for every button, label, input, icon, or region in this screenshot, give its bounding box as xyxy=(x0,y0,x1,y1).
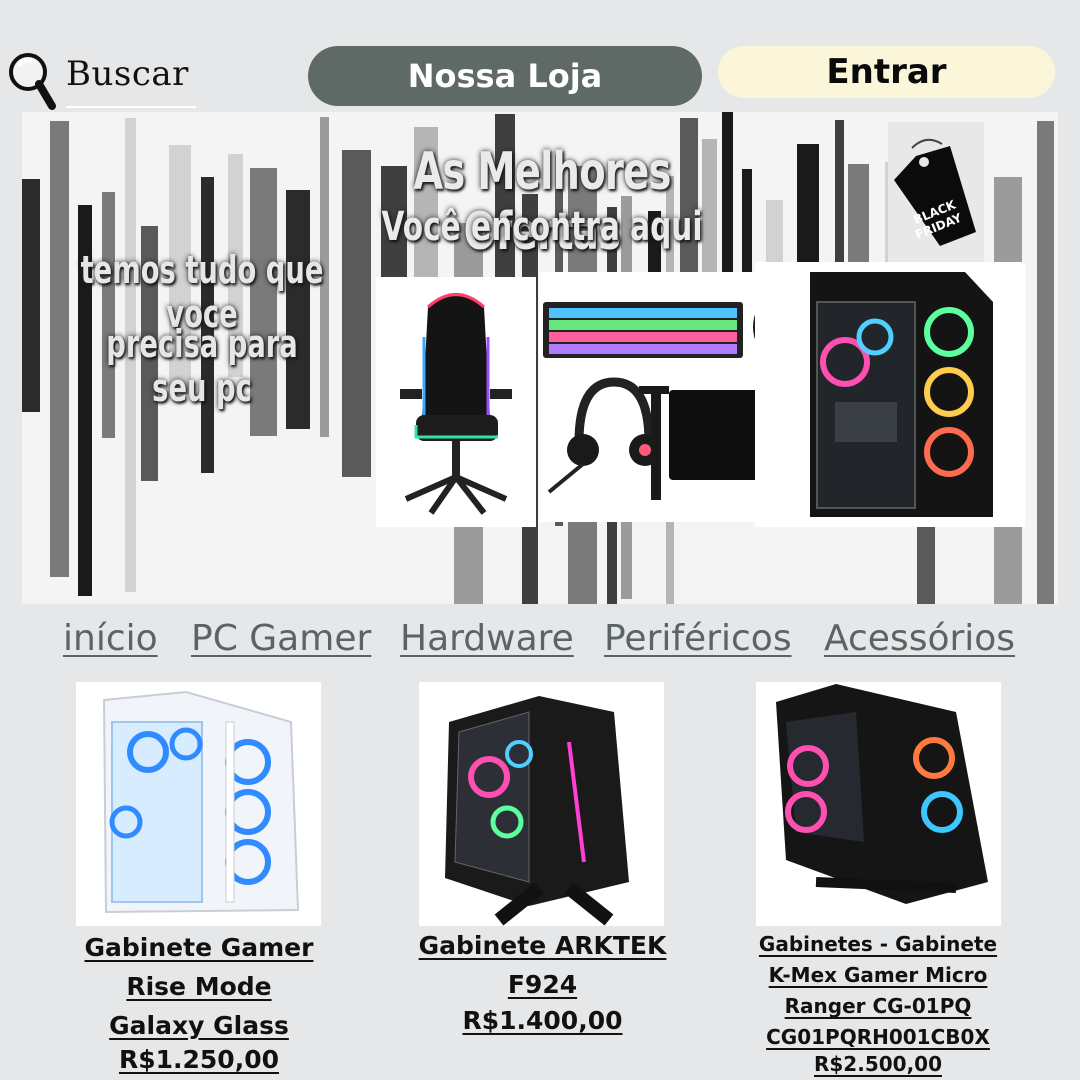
gamer-chair-image xyxy=(376,277,536,527)
product-name-line[interactable]: Rise Mode xyxy=(60,967,338,1006)
product-price[interactable]: R$1.250,00 xyxy=(60,1045,338,1075)
pc-case-image xyxy=(755,262,1025,527)
black-friday-badge-icon: BLACK FRIDAY xyxy=(888,122,984,262)
product-name-line[interactable]: CG01PQRH001CB0X xyxy=(738,1022,1018,1053)
search-icon[interactable] xyxy=(6,50,62,110)
product-name[interactable]: Gabinetes - Gabinete K-Mex Gamer Micro R… xyxy=(738,929,1018,1053)
product-name-line[interactable]: Gabinete Gamer xyxy=(60,928,338,967)
banner-stripe xyxy=(22,179,40,412)
nav-item-pc-gamer[interactable]: PC Gamer xyxy=(191,618,371,659)
nav-item-hardware[interactable]: Hardware xyxy=(400,618,574,659)
product-image[interactable] xyxy=(419,682,664,926)
nav-item-acessorios[interactable]: Acessórios xyxy=(824,618,1015,659)
nav-item-perifericos[interactable]: Periféricos xyxy=(604,618,792,659)
product-price[interactable]: R$2.500,00 xyxy=(738,1050,1018,1078)
product-name-line[interactable]: Ranger CG-01PQ xyxy=(738,991,1018,1022)
product-name-line[interactable]: Gabinete ARKTEK xyxy=(400,926,685,965)
nav-item-inicio[interactable]: início xyxy=(63,618,158,659)
search[interactable]: Buscar xyxy=(6,50,196,110)
product-name-line[interactable]: Galaxy Glass xyxy=(60,1006,338,1045)
product-image[interactable] xyxy=(76,682,321,926)
banner-tagline-line2: precisa para seu pc xyxy=(106,322,298,410)
product-name-line[interactable]: F924 xyxy=(400,965,685,1004)
search-label[interactable]: Buscar xyxy=(66,54,189,94)
search-underline xyxy=(66,106,196,108)
product-name[interactable]: Gabinete Gamer Rise Mode Galaxy Glass xyxy=(60,928,338,1045)
product-name-line[interactable]: Gabinetes - Gabinete xyxy=(738,929,1018,960)
banner-stripe xyxy=(342,150,371,477)
banner-subheadline: Você encontra aqui xyxy=(381,204,703,250)
store-button[interactable]: Nossa Loja xyxy=(308,46,702,106)
category-nav: início PC Gamer Hardware Periféricos Ace… xyxy=(0,618,1080,670)
login-button[interactable]: Entrar xyxy=(718,46,1055,98)
product-image[interactable] xyxy=(756,682,1001,926)
banner-stripe xyxy=(1037,121,1054,604)
product-name[interactable]: Gabinete ARKTEK F924 xyxy=(400,926,685,1004)
banner-stripe xyxy=(50,121,69,577)
product-price[interactable]: R$1.400,00 xyxy=(400,1006,685,1036)
promo-banner[interactable]: BLACK FRIDAY As Melhores Ofertas Você en… xyxy=(22,112,1058,604)
product-name-line[interactable]: K-Mex Gamer Micro xyxy=(738,960,1018,991)
